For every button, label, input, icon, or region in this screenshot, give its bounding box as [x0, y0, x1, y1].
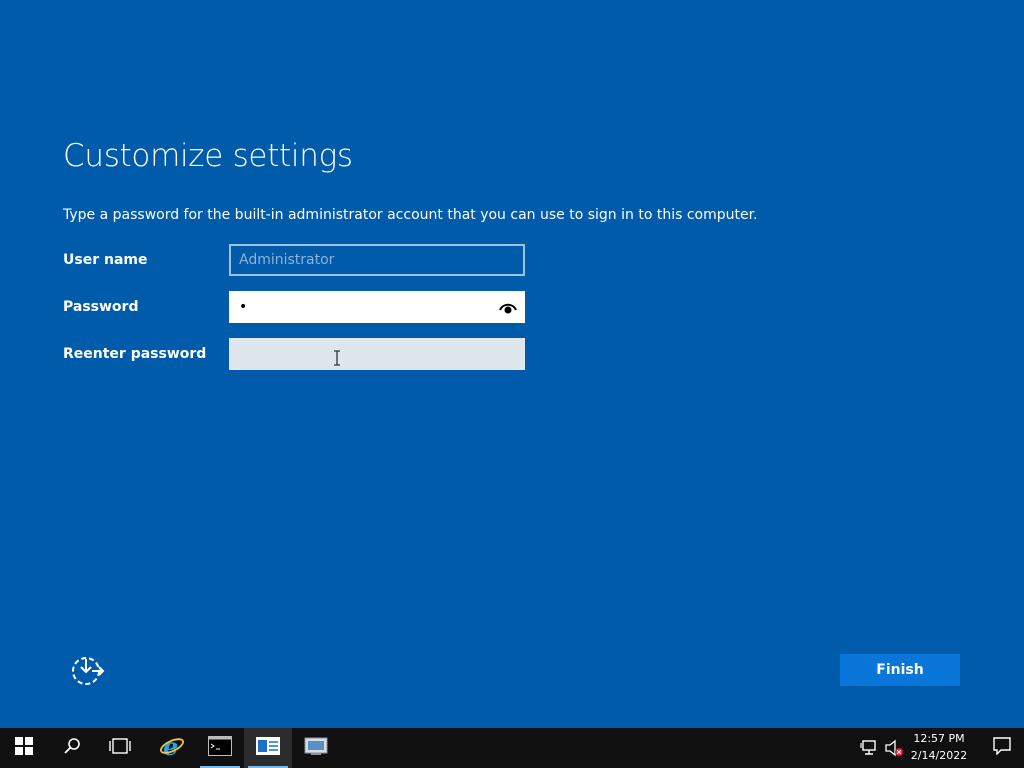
- page-title: Customize settings: [63, 138, 353, 174]
- start-button[interactable]: [0, 728, 48, 768]
- clock-time: 12:57 PM: [913, 732, 965, 745]
- notification-icon: [993, 737, 1011, 759]
- svg-text:e: e: [163, 733, 178, 759]
- reenter-password-label: Reenter password: [63, 346, 207, 362]
- text-cursor-icon: [332, 350, 342, 366]
- finish-button[interactable]: Finish: [840, 654, 960, 686]
- username-label: User name: [63, 252, 148, 268]
- server-manager-button[interactable]: [244, 728, 292, 768]
- reenter-password-input[interactable]: [229, 338, 525, 370]
- password-label: Password: [63, 299, 139, 315]
- username-field[interactable]: [229, 244, 525, 276]
- internet-explorer-button[interactable]: e: [148, 728, 196, 768]
- setup-icon: [303, 735, 329, 761]
- search-icon: [63, 737, 81, 759]
- network-icon[interactable]: [860, 738, 880, 758]
- task-view-button[interactable]: [96, 728, 144, 768]
- command-prompt-button[interactable]: [196, 728, 244, 768]
- clock-date: 2/14/2022: [910, 749, 968, 762]
- action-center-button[interactable]: [980, 728, 1024, 768]
- setup-button[interactable]: [292, 728, 340, 768]
- taskbar-clock[interactable]: 12:57 PM 2/14/2022: [900, 730, 978, 764]
- server-manager-icon: [256, 737, 280, 759]
- password-input[interactable]: [229, 291, 525, 323]
- password-field[interactable]: [229, 291, 525, 323]
- oobe-screen: Customize settings Type a password for t…: [0, 0, 1024, 768]
- taskbar: e: [0, 728, 1024, 768]
- command-prompt-icon: [208, 736, 232, 760]
- ease-of-access-icon[interactable]: [70, 653, 106, 687]
- search-button[interactable]: [48, 728, 96, 768]
- eye-icon[interactable]: [499, 300, 517, 314]
- task-view-icon: [109, 738, 131, 758]
- page-description: Type a password for the built-in adminis…: [63, 207, 758, 223]
- reenter-password-field[interactable]: [229, 338, 525, 370]
- start-icon: [15, 737, 33, 759]
- username-input[interactable]: [231, 246, 523, 274]
- internet-explorer-icon: e: [159, 732, 185, 763]
